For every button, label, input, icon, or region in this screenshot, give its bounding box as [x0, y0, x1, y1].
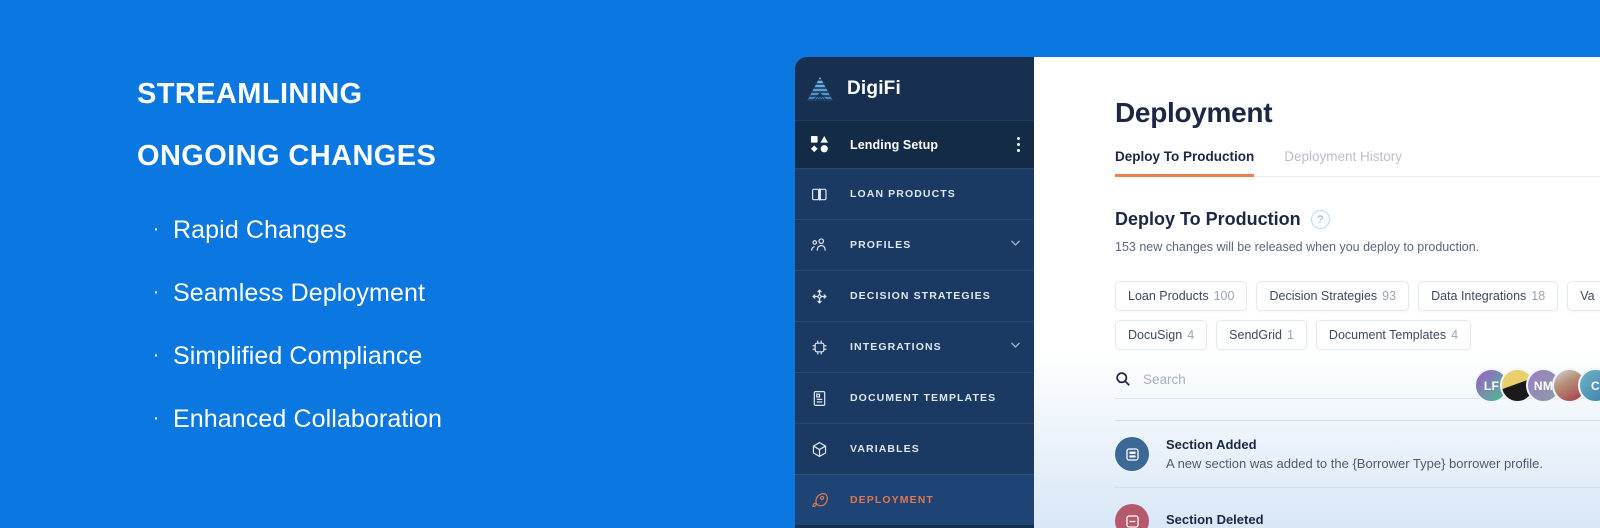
- chip-label: Decision Strategies: [1269, 289, 1378, 303]
- chip-data-integrations[interactable]: Data Integrations 18: [1418, 281, 1559, 311]
- sidebar-item-label: DEPLOYMENT: [850, 494, 934, 506]
- feed-item-title: Section Added: [1166, 437, 1257, 452]
- section-added-icon: [1115, 437, 1149, 471]
- bullet-label: Simplified Compliance: [173, 342, 423, 370]
- sidebar-item-label: DOCUMENT TEMPLATES: [850, 392, 997, 404]
- feed-item-description: A new section was added to the {Borrower…: [1166, 456, 1543, 471]
- chip-label: SendGrid: [1229, 328, 1282, 342]
- promo-heading-line1: STREAMLINING: [137, 78, 363, 110]
- deployment-rocket-icon: [804, 491, 834, 510]
- sidebar-item-loan-products[interactable]: LOAN PRODUCTS: [795, 168, 1034, 219]
- chip-label: DocuSign: [1128, 328, 1183, 342]
- sidebar-item-label: DECISION STRATEGIES: [850, 290, 991, 302]
- list-item: · Enhanced Collaboration: [152, 407, 442, 470]
- brand-logo-block[interactable]: DigiFi: [795, 57, 1034, 120]
- decision-strategies-icon: [804, 287, 834, 306]
- promo-heading-line2: ONGOING CHANGES: [137, 140, 437, 172]
- sidebar-item-label: LOAN PRODUCTS: [850, 188, 956, 200]
- chip-count: 93: [1382, 289, 1397, 303]
- sidebar-item-label: INTEGRATIONS: [850, 341, 942, 353]
- section-subtitle: 153 new changes will be released when yo…: [1115, 240, 1480, 254]
- list-item[interactable]: Section Deleted: [1115, 487, 1600, 528]
- sidebar-item-integrations[interactable]: INTEGRATIONS: [795, 321, 1034, 372]
- change-category-chips: Loan Products 100 Decision Strategies 93 D…: [1115, 281, 1600, 350]
- change-feed: Section Added A new section was added to…: [1115, 420, 1600, 528]
- sidebar-item-variables[interactable]: VARIABLES: [795, 423, 1034, 474]
- tab-bar: Deploy To Production Deployment History: [1115, 149, 1600, 177]
- sidebar-item-decision-strategies[interactable]: DECISION STRATEGIES: [795, 270, 1034, 321]
- shapes-grid-icon: [804, 135, 834, 154]
- bullet-dot-icon: ·: [152, 218, 160, 240]
- brand-name: DigiFi: [847, 77, 901, 99]
- list-item[interactable]: Section Added A new section was added to…: [1115, 420, 1600, 487]
- sidebar-item-deployment[interactable]: DEPLOYMENT: [795, 474, 1034, 525]
- chip-label: Data Integrations: [1431, 289, 1527, 303]
- chip-label: Document Templates: [1328, 328, 1447, 342]
- feed-item-title: Section Deleted: [1166, 511, 1264, 527]
- list-item: · Rapid Changes: [152, 218, 442, 281]
- chip-count: 100: [1213, 289, 1235, 303]
- chip-variables-clipped[interactable]: Va: [1567, 281, 1600, 311]
- bullet-label: Rapid Changes: [173, 216, 347, 244]
- chevron-down-icon[interactable]: [1009, 236, 1022, 254]
- bullet-label: Enhanced Collaboration: [173, 405, 443, 433]
- sidebar-item-label: PROFILES: [850, 239, 912, 251]
- chip-count: 4: [1451, 328, 1459, 342]
- sidebar-item-label: VARIABLES: [850, 443, 920, 455]
- chip-count: 1: [1286, 328, 1294, 342]
- sidebar-section-lending-setup[interactable]: Lending Setup: [795, 120, 1034, 168]
- section-header: Deploy To Production ?: [1115, 209, 1330, 230]
- chip-document-templates[interactable]: Document Templates 4: [1315, 320, 1472, 350]
- profiles-people-icon: [804, 236, 834, 255]
- bullet-dot-icon: ·: [152, 344, 160, 366]
- promo-bullet-list: · Rapid Changes · Seamless Deployment · …: [152, 218, 442, 470]
- chip-label: Va: [1580, 289, 1595, 303]
- bullet-dot-icon: ·: [152, 281, 160, 303]
- chevron-down-icon[interactable]: [1009, 338, 1022, 356]
- page-title: Deployment: [1115, 97, 1273, 128]
- variables-cube-icon: [804, 440, 834, 459]
- more-vertical-icon[interactable]: [1015, 133, 1022, 156]
- chip-decision-strategies[interactable]: Decision Strategies 93: [1256, 281, 1410, 311]
- chip-docusign[interactable]: DocuSign 4: [1115, 320, 1208, 350]
- integrations-chip-icon: [804, 338, 834, 357]
- chip-count: 18: [1531, 289, 1546, 303]
- bullet-label: Seamless Deployment: [173, 279, 426, 307]
- tab-deploy-to-production[interactable]: Deploy To Production: [1115, 149, 1255, 177]
- collaborator-avatars: LF NM C: [1474, 368, 1600, 403]
- document-templates-icon: [804, 389, 834, 408]
- sidebar-section-label: Lending Setup: [850, 137, 939, 152]
- chip-label: Loan Products: [1128, 289, 1209, 303]
- section-title: Deploy To Production: [1115, 209, 1301, 229]
- sidebar-item-profiles[interactable]: PROFILES: [795, 219, 1034, 270]
- main-content: Deployment Deploy To Production Deployme…: [1034, 57, 1600, 528]
- digifi-triangle-logo-icon: [804, 73, 836, 105]
- app-window: DigiFi Lending Setup LOAN PRODUCTS PROFI…: [795, 57, 1600, 528]
- loan-products-icon: [804, 185, 834, 204]
- chip-loan-products[interactable]: Loan Products 100: [1115, 281, 1248, 311]
- list-item: · Seamless Deployment: [152, 281, 442, 344]
- promo-panel: STREAMLINING ONGOING CHANGES · Rapid Cha…: [0, 0, 800, 528]
- sidebar: DigiFi Lending Setup LOAN PRODUCTS PROFI…: [795, 57, 1034, 528]
- tab-deployment-history[interactable]: Deployment History: [1284, 149, 1402, 177]
- chip-sendgrid[interactable]: SendGrid 1: [1216, 320, 1307, 350]
- sidebar-item-document-templates[interactable]: DOCUMENT TEMPLATES: [795, 372, 1034, 423]
- section-deleted-icon: [1115, 504, 1149, 528]
- help-question-icon[interactable]: ?: [1310, 210, 1330, 229]
- chip-count: 4: [1187, 328, 1195, 342]
- bullet-dot-icon: ·: [152, 407, 160, 429]
- search-icon: [1115, 371, 1131, 387]
- list-item: · Simplified Compliance: [152, 344, 442, 407]
